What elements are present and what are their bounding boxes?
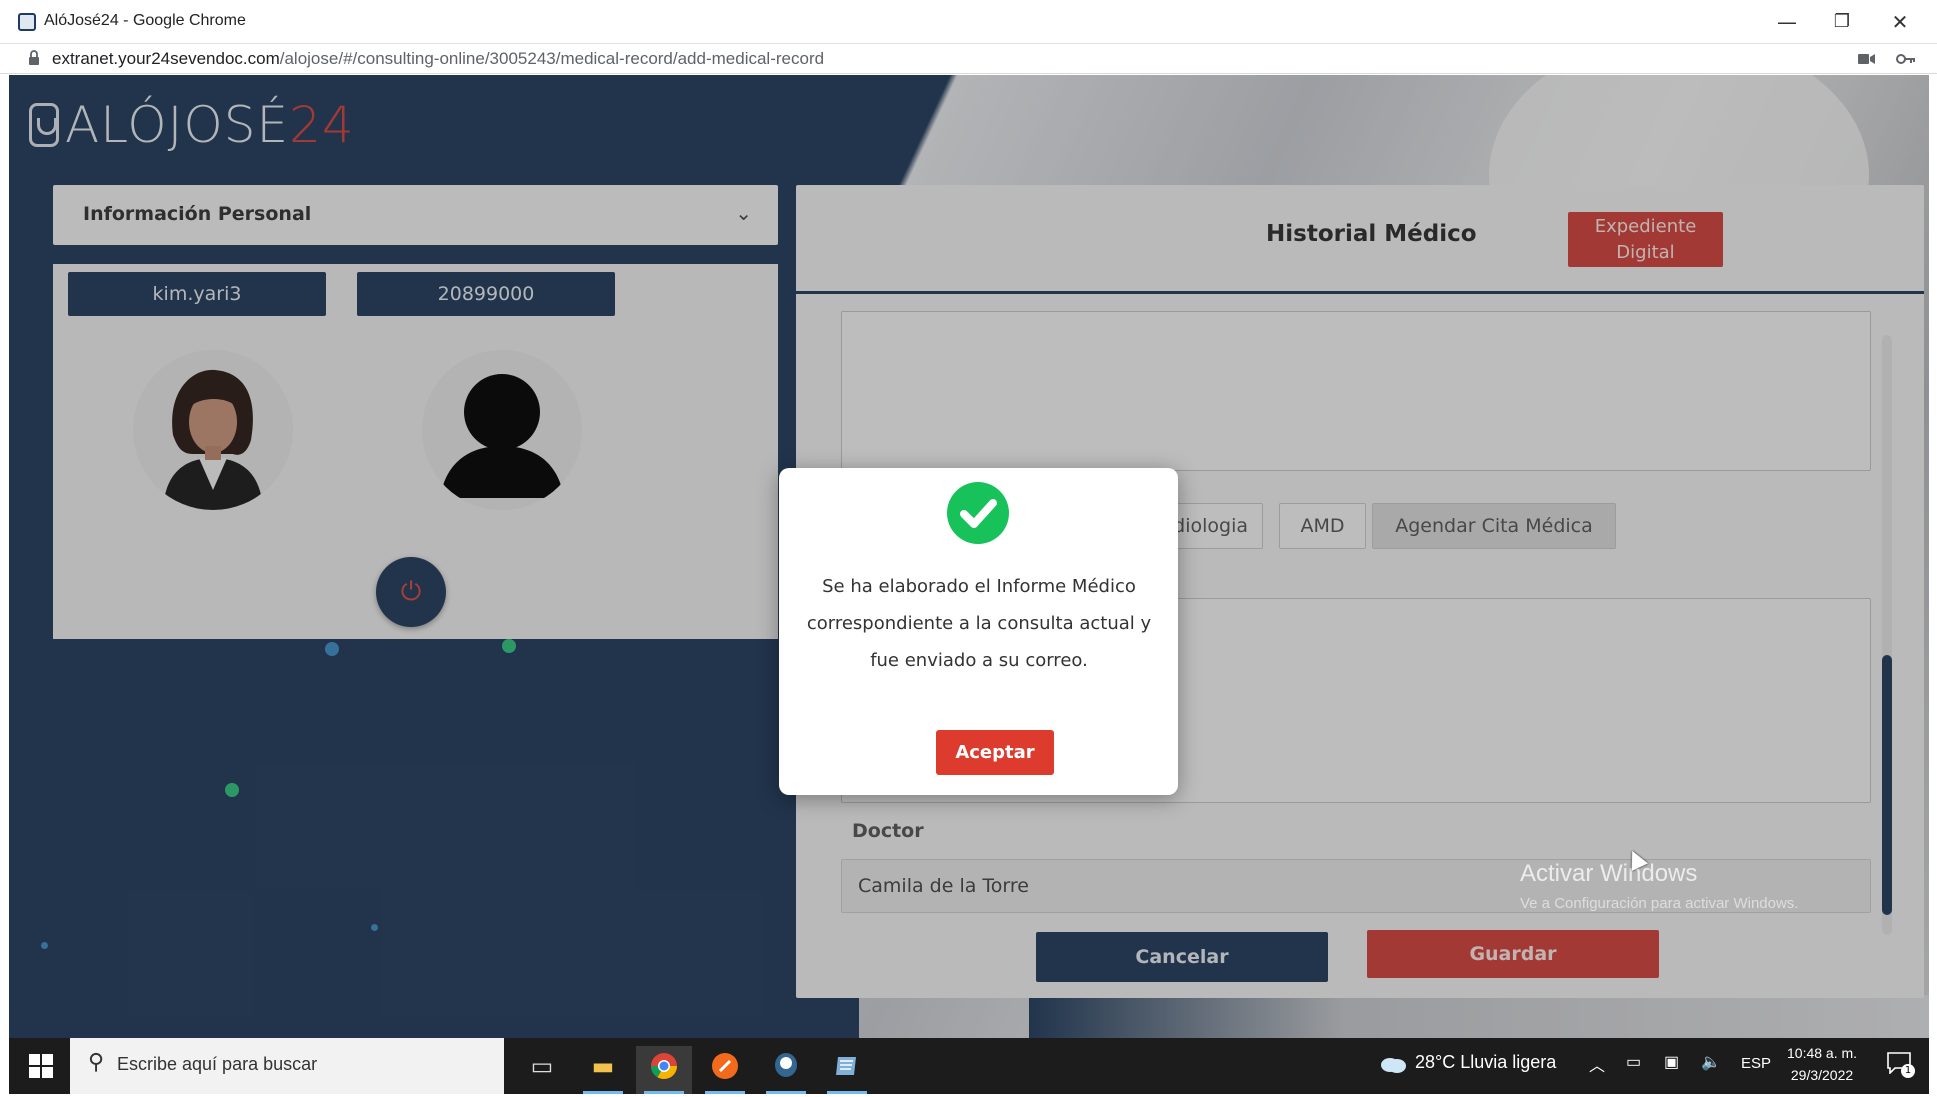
browser-title-bar: AlóJosé24 - Google Chrome — ❐ ✕ [0, 0, 1937, 44]
window-title: AlóJosé24 - Google Chrome [44, 12, 246, 29]
search-icon: ⚲ [88, 1050, 105, 1075]
language-indicator[interactable]: ESP [1741, 1055, 1771, 1072]
close-window-button[interactable]: ✕ [1878, 6, 1922, 38]
network-icon[interactable]: ▣ [1664, 1052, 1679, 1072]
success-dialog: Se ha elaborado el Informe Médico corres… [779, 468, 1178, 795]
weather-text[interactable]: 28°C Lluvia ligera [1415, 1052, 1556, 1073]
search-placeholder: Escribe aquí para buscar [117, 1054, 318, 1074]
volume-icon[interactable]: 🔈 [1701, 1052, 1721, 1072]
battery-icon[interactable]: ▭ [1626, 1052, 1641, 1072]
clock-date: 29/3/2022 [1790, 1067, 1854, 1083]
weather-cloud-icon[interactable] [1379, 1054, 1407, 1074]
windows-start-icon[interactable] [29, 1054, 53, 1078]
task-view-icon[interactable]: ▭ [514, 1046, 570, 1094]
success-check-icon [947, 482, 1009, 544]
minimize-button[interactable]: — [1765, 6, 1809, 38]
address-bar[interactable]: extranet.your24sevendoc.com/alojose/#/co… [0, 44, 1937, 74]
lock-icon[interactable] [28, 50, 40, 66]
key-icon[interactable] [1896, 52, 1916, 66]
url-text[interactable]: extranet.your24sevendoc.com/alojose/#/co… [52, 49, 824, 69]
windows-taskbar: ⚲ Escribe aquí para buscar ▭ ▬ 28°C Lluv… [9, 1038, 1929, 1094]
chrome-icon[interactable] [636, 1046, 692, 1094]
taskbar-search-box[interactable]: ⚲ Escribe aquí para buscar [70, 1038, 504, 1094]
notifications-icon[interactable]: 1 [1887, 1052, 1915, 1078]
site-favicon-icon [18, 13, 36, 31]
restore-button[interactable]: ❐ [1820, 6, 1864, 38]
page-content: ALÓJOSÉ24 Información Personal ⌄ kim.yar… [9, 75, 1929, 1038]
notes-app-icon[interactable] [819, 1046, 875, 1094]
postgres-icon[interactable] [758, 1046, 814, 1094]
app-icon-orange[interactable] [697, 1046, 753, 1094]
dialog-message: Se ha elaborado el Informe Médico corres… [806, 576, 1152, 671]
accept-button[interactable]: Aceptar [936, 730, 1054, 775]
clock-time: 10:48 a. m. [1787, 1045, 1858, 1061]
file-explorer-icon[interactable]: ▬ [575, 1046, 631, 1094]
notification-count-badge: 1 [1901, 1064, 1915, 1078]
camera-icon[interactable] [1858, 53, 1876, 65]
activate-windows-subtitle: Ve a Configuración para activar Windows. [1520, 895, 1799, 912]
chevron-up-icon[interactable]: ︿ [1589, 1052, 1605, 1076]
activate-windows-watermark: Activar Windows [1520, 860, 1698, 887]
system-clock[interactable]: 10:48 a. m. 29/3/2022 [1787, 1042, 1857, 1086]
